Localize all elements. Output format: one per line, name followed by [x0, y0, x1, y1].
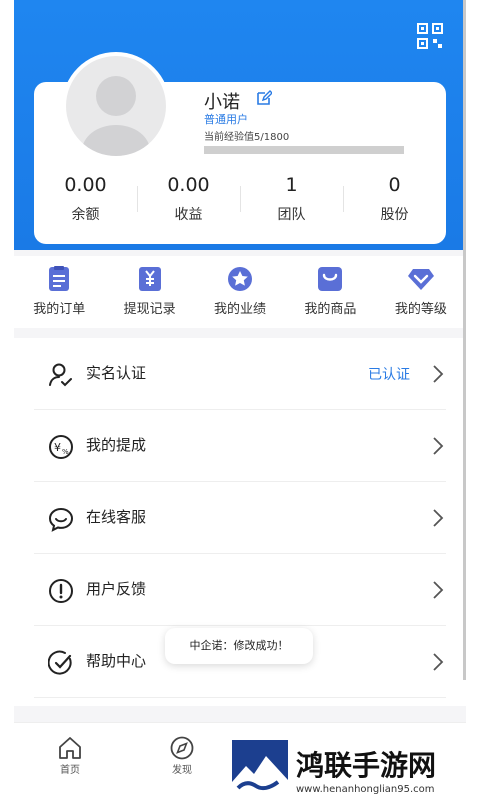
- stat-label: 股份: [380, 207, 409, 223]
- svg-text:¥: ¥: [54, 441, 61, 454]
- shortcut-my-level[interactable]: 我的等级: [376, 256, 466, 328]
- stat-team[interactable]: 1 团队: [240, 172, 343, 232]
- menu-item-label: 我的提成: [86, 436, 147, 454]
- shortcut-label: 我的业绩: [214, 302, 267, 317]
- menu-item-my-commission[interactable]: ¥ % 我的提成: [34, 410, 446, 482]
- stat-balance[interactable]: 0.00 余额: [34, 172, 137, 232]
- tab-home[interactable]: 首页: [40, 735, 100, 776]
- stat-label: 收益: [174, 207, 203, 223]
- shortcut-label: 我的等级: [394, 302, 447, 317]
- menu-item-real-name-verification[interactable]: 实名认证 已认证: [34, 338, 446, 410]
- watermark-title: 鸿联手游网: [296, 749, 437, 782]
- withdraw-record-icon: [138, 267, 161, 291]
- menu-item-user-feedback[interactable]: 用户反馈: [34, 554, 446, 626]
- experience-progress-bar: [204, 146, 404, 154]
- menu-item-label: 实名认证: [86, 364, 147, 382]
- tab-label: 发现: [172, 765, 192, 776]
- watermark-url: www.henanhonglian95.com: [296, 784, 435, 795]
- scrollbar[interactable]: [463, 0, 466, 680]
- toast-message: 中企诺：修改成功！: [165, 628, 313, 664]
- menu-item-label: 在线客服: [86, 508, 147, 526]
- menu-item-online-service[interactable]: 在线客服: [34, 482, 446, 554]
- stat-shares[interactable]: 0 股份: [343, 172, 446, 232]
- chevron-right-icon: [433, 365, 444, 383]
- chevron-right-icon: [433, 581, 444, 599]
- avatar[interactable]: [62, 52, 170, 160]
- home-icon: [59, 737, 81, 759]
- watermark: 鸿联手游网 www.henanhonglian95.com: [232, 740, 480, 800]
- shortcut-label: 提现记录: [123, 302, 176, 317]
- shortcut-label: 我的订单: [33, 302, 86, 317]
- menu-item-label: 用户反馈: [86, 580, 147, 598]
- chevron-right-icon: [433, 437, 444, 455]
- menu-item-label: 帮助中心: [86, 652, 147, 670]
- shortcut-label: 我的商品: [304, 302, 357, 317]
- chevron-right-icon: [433, 653, 444, 671]
- shortcut-withdraw-records[interactable]: 提现记录: [104, 256, 194, 328]
- tab-discover[interactable]: 发现: [152, 735, 212, 776]
- shortcut-my-orders[interactable]: 我的订单: [14, 256, 104, 328]
- stat-earnings[interactable]: 0.00 收益: [137, 172, 240, 232]
- chat-icon: [48, 507, 74, 532]
- qr-code-icon[interactable]: [416, 22, 444, 50]
- user-verify-icon: [49, 363, 72, 387]
- tab-label: 首页: [60, 765, 80, 776]
- experience-text: 当前经验值5/1800: [204, 132, 290, 143]
- shortcut-bar: 我的订单 提现记录 我的业绩 我的商品 我的等级: [14, 256, 466, 328]
- svg-text:%: %: [62, 448, 69, 456]
- stat-value: 1: [285, 174, 298, 196]
- app-frame: 小诺 普通用户 当前经验值5/1800 0.00 余额 0.00 收益 1 团队…: [14, 0, 466, 800]
- stat-value: 0.00: [167, 174, 210, 196]
- commission-icon: ¥ %: [49, 435, 73, 459]
- stats-row: 0.00 余额 0.00 收益 1 团队 0 股份: [34, 172, 446, 232]
- order-icon: [49, 266, 70, 291]
- stat-value: 0.00: [64, 174, 107, 196]
- stat-label: 余额: [71, 207, 100, 223]
- edit-icon[interactable]: [256, 90, 272, 106]
- shortcut-my-performance[interactable]: 我的业绩: [195, 256, 285, 328]
- user-role-badge: 普通用户: [204, 113, 248, 126]
- stat-value: 0: [388, 174, 401, 196]
- watermark-logo-icon: [232, 740, 288, 796]
- check-circle-icon: [48, 650, 72, 675]
- feedback-icon: [49, 579, 73, 603]
- chevron-right-icon: [433, 509, 444, 527]
- compass-icon: [170, 736, 194, 760]
- default-avatar-icon: [82, 76, 150, 156]
- diamond-icon: [407, 269, 434, 290]
- stat-label: 团队: [277, 207, 306, 223]
- verification-status: 已认证: [368, 367, 410, 383]
- bag-icon: [318, 267, 343, 291]
- star-icon: [228, 267, 253, 291]
- shortcut-my-products[interactable]: 我的商品: [285, 256, 375, 328]
